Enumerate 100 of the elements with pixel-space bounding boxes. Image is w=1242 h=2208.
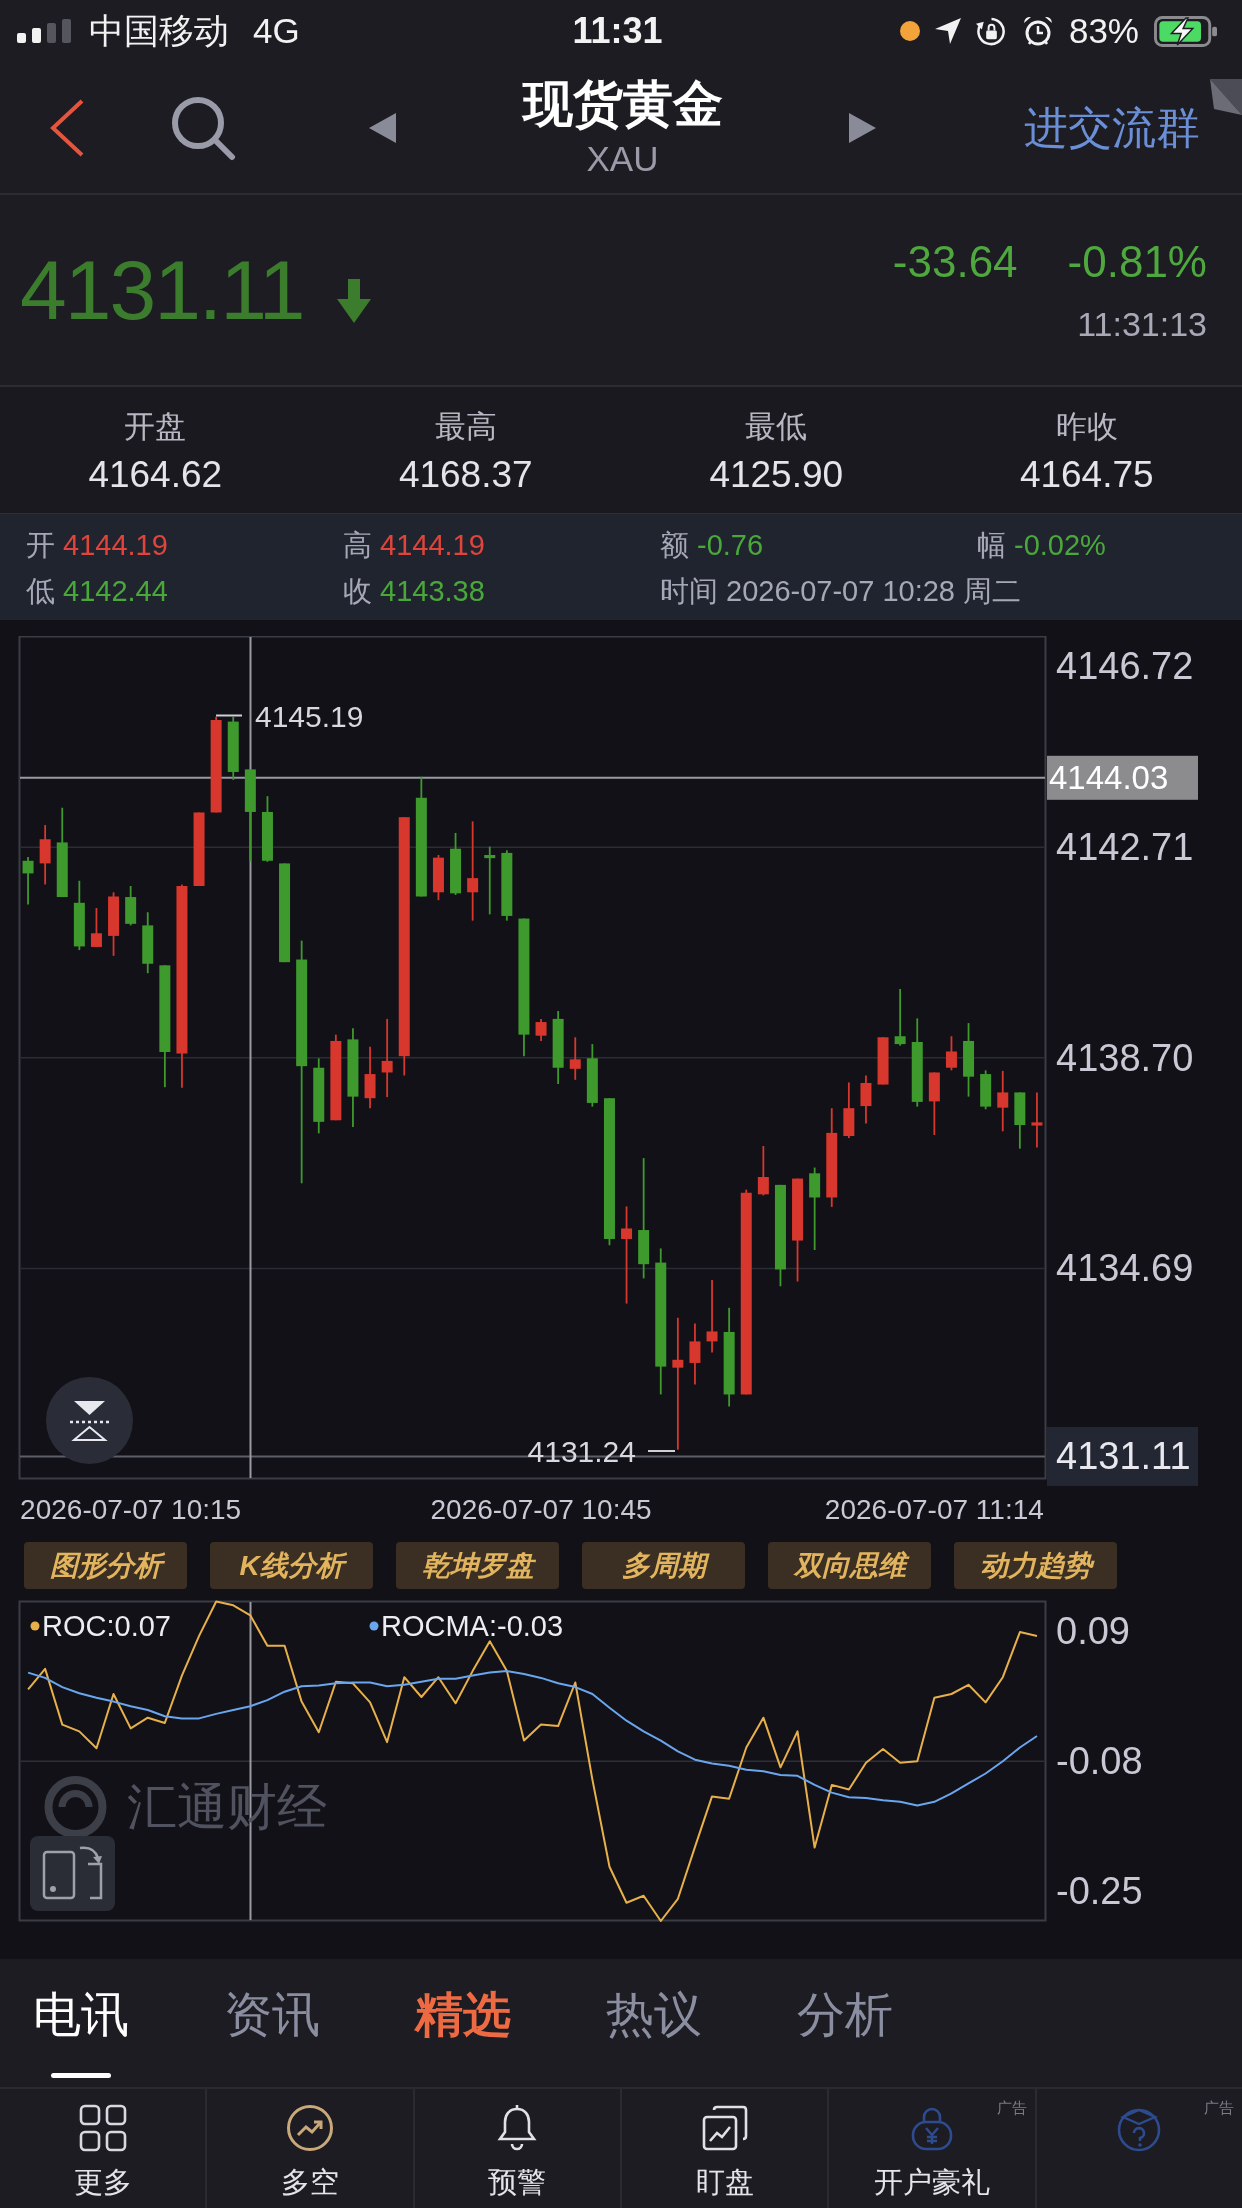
ref-line-label: 4131.11 bbox=[1056, 1435, 1191, 1478]
analysis-tool-button[interactable]: 动力趋势 bbox=[954, 1542, 1117, 1589]
watermark-logo-icon bbox=[44, 1776, 107, 1838]
rising-candle bbox=[997, 1070, 1009, 1133]
rising-candle bbox=[843, 1081, 855, 1140]
rising-candle bbox=[535, 1018, 547, 1042]
trend-circle-icon bbox=[286, 2104, 334, 2152]
price-change: -33.64 bbox=[892, 236, 1018, 288]
falling-candle bbox=[125, 885, 137, 927]
analysis-tool-button[interactable]: 多周期 bbox=[582, 1542, 745, 1589]
rising-candle bbox=[90, 907, 102, 948]
rising-candle bbox=[689, 1322, 701, 1386]
analysis-tool-button[interactable]: 双向思维 bbox=[768, 1542, 931, 1589]
high-price-label: 4145.19 bbox=[255, 699, 364, 733]
stat-label: 昨收 bbox=[1055, 408, 1118, 446]
legend-label: ROC:0.07 bbox=[42, 1610, 171, 1642]
clock-time: 11:31 bbox=[572, 11, 663, 51]
detail-label: 收 bbox=[343, 574, 372, 609]
stat-label: 开盘 bbox=[124, 408, 187, 446]
time-axis-label: 2026-07-07 11:14 bbox=[824, 1493, 1044, 1525]
price-axis-label: 4134.69 bbox=[1056, 1247, 1194, 1290]
page-title: 现货黄金 bbox=[522, 76, 723, 132]
value-axis-label: -0.08 bbox=[1056, 1740, 1143, 1783]
legend-label: ROCMA:-0.03 bbox=[381, 1610, 564, 1642]
falling-candle bbox=[980, 1069, 992, 1111]
crosshair-price-tag: 4144.03 bbox=[1047, 755, 1198, 800]
price-axis-label: 4138.70 bbox=[1056, 1036, 1194, 1079]
stat-value: 4125.90 bbox=[709, 453, 844, 497]
indicator-dot-icon bbox=[899, 21, 920, 41]
value-axis-label: 0.09 bbox=[1056, 1610, 1130, 1653]
news-tab[interactable]: 热议 bbox=[606, 1959, 702, 2083]
join-group-link[interactable]: 进交流群 bbox=[1024, 101, 1206, 154]
detail-label: 幅 bbox=[977, 528, 1006, 563]
low-marker-line bbox=[647, 1450, 676, 1452]
location-arrow-icon bbox=[934, 18, 961, 44]
news-tab[interactable]: 资讯 bbox=[224, 1959, 320, 2083]
detail-value: 4143.38 bbox=[380, 574, 485, 609]
analysis-tool-button[interactable]: 乾坤罗盘 bbox=[396, 1542, 559, 1589]
falling-candle bbox=[586, 1043, 598, 1108]
news-tab[interactable]: 分析 bbox=[797, 1959, 893, 2083]
detail-value: 2026-07-07 10:28 周二 bbox=[726, 574, 1022, 609]
carrier-name: 中国移动 bbox=[89, 11, 229, 51]
previous-triangle-icon[interactable] bbox=[369, 112, 396, 143]
analysis-tool-button[interactable]: K线分析 bbox=[210, 1542, 373, 1589]
quote-time: 11:31:13 bbox=[1077, 304, 1207, 344]
stat-label: 最高 bbox=[434, 408, 497, 446]
detail-value: 4144.19 bbox=[380, 528, 485, 563]
time-axis-label: 2026-07-07 10:15 bbox=[20, 1493, 242, 1525]
rising-candle bbox=[1031, 1091, 1043, 1149]
time-axis-label: 2026-07-07 10:45 bbox=[430, 1493, 652, 1525]
falling-candle bbox=[142, 911, 154, 975]
rising-candle bbox=[364, 1045, 376, 1110]
detail-value: -0.02% bbox=[1014, 528, 1106, 563]
battery-charging-icon bbox=[1154, 15, 1218, 47]
rising-candle bbox=[877, 1036, 889, 1086]
low-price-label: 4131.24 bbox=[527, 1434, 636, 1468]
stat-value: 4168.37 bbox=[398, 453, 533, 497]
collapse-icon[interactable] bbox=[46, 1377, 133, 1464]
stat-label: 最低 bbox=[745, 408, 808, 446]
next-triangle-icon[interactable] bbox=[849, 112, 876, 143]
falling-candle bbox=[227, 715, 239, 781]
rising-candle bbox=[569, 1036, 581, 1081]
falling-candle bbox=[1014, 1091, 1026, 1150]
stat-value: 4164.75 bbox=[1019, 453, 1154, 497]
falling-candle bbox=[894, 988, 906, 1047]
detail-label: 额 bbox=[660, 528, 689, 563]
falling-candle bbox=[450, 832, 462, 896]
search-icon[interactable] bbox=[170, 94, 236, 161]
price-change-percent: -0.81% bbox=[1067, 236, 1207, 288]
news-tab[interactable]: 精选 bbox=[415, 1959, 511, 2083]
falling-candle bbox=[22, 856, 34, 906]
stat-value: 4164.62 bbox=[88, 453, 223, 497]
rotate-screen-icon[interactable] bbox=[30, 1836, 115, 1911]
rising-candle bbox=[860, 1074, 872, 1125]
falling-candle bbox=[261, 795, 273, 863]
chart-window-icon bbox=[700, 2104, 749, 2152]
rising-candle bbox=[108, 891, 120, 957]
ref-line-label: 4144.03 bbox=[1049, 759, 1169, 797]
last-price-tag: 4131.11 bbox=[1047, 1426, 1198, 1486]
news-tab[interactable]: 电讯 bbox=[33, 1959, 129, 2083]
network-type: 4G bbox=[253, 11, 300, 51]
battery-percentage: 83% bbox=[1068, 11, 1139, 51]
detail-value: 4142.44 bbox=[63, 574, 168, 609]
value-axis-label: -0.25 bbox=[1056, 1870, 1143, 1913]
price-axis-label: 4146.72 bbox=[1056, 645, 1194, 687]
ad-tag: 广告 bbox=[1203, 2099, 1234, 2117]
price-axis-label: 4142.71 bbox=[1056, 826, 1194, 869]
rotation-lock-icon bbox=[975, 15, 1007, 47]
detail-label: 低 bbox=[26, 574, 55, 609]
rising-candle bbox=[945, 1035, 957, 1072]
grid-icon bbox=[78, 2104, 127, 2152]
detail-label: 高 bbox=[343, 528, 372, 563]
back-icon[interactable] bbox=[49, 98, 85, 157]
alarm-clock-icon bbox=[1021, 15, 1054, 47]
rising-candle bbox=[39, 824, 51, 886]
analysis-tool-button[interactable]: 图形分析 bbox=[24, 1542, 187, 1589]
high-marker-line bbox=[215, 714, 243, 717]
rising-candle bbox=[928, 1071, 940, 1136]
rising-candle bbox=[757, 1145, 769, 1197]
rising-candle bbox=[432, 854, 444, 902]
